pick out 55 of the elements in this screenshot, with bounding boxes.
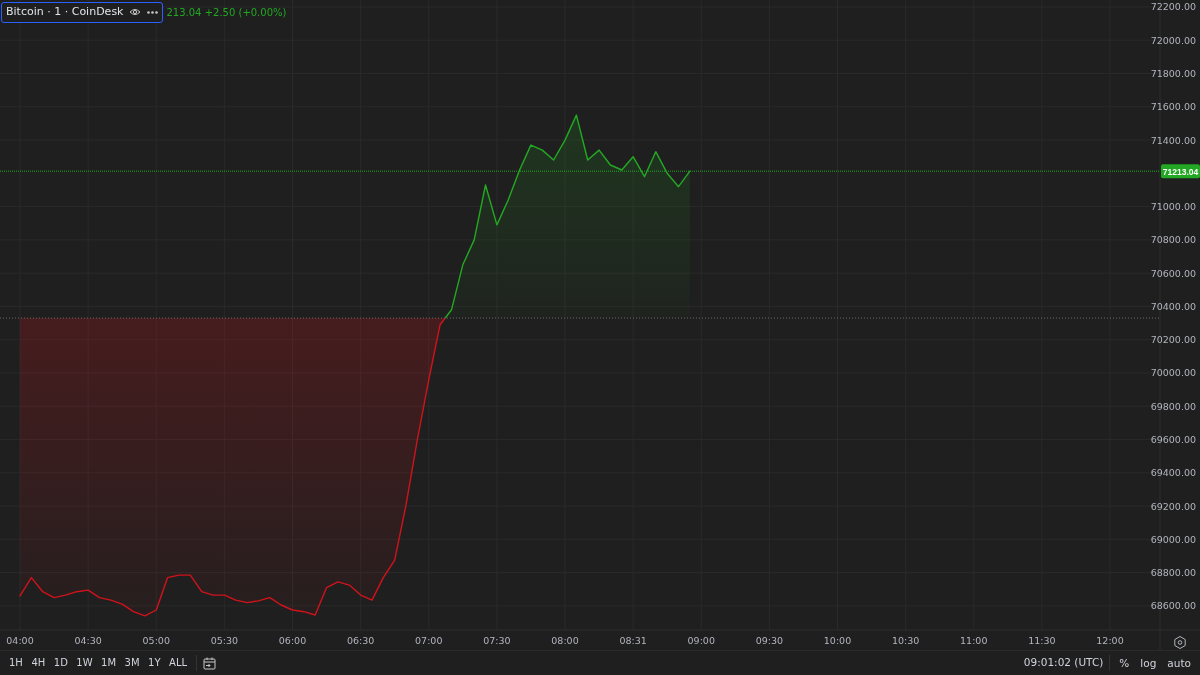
axis-label: 05:00	[142, 635, 170, 646]
range-button[interactable]: 1Y	[145, 658, 164, 668]
axis-label: 68800.00	[1150, 567, 1196, 579]
axis-label: 71600.00	[1150, 101, 1196, 113]
more-icon[interactable]	[147, 10, 159, 14]
scale-option[interactable]: auto	[1164, 657, 1194, 669]
axis-label: 71800.00	[1150, 68, 1196, 80]
axis-label: 07:00	[415, 635, 443, 646]
calendar-icon[interactable]	[203, 656, 217, 670]
axis-label: 07:30	[483, 635, 511, 646]
axis-label: 70000.00	[1150, 367, 1196, 379]
axis-label: 11:00	[960, 635, 988, 646]
axis-label: 04:30	[74, 635, 102, 646]
axis-label: 71000.00	[1150, 201, 1196, 213]
settings-icon[interactable]	[1174, 636, 1186, 649]
axis-label: 69000.00	[1150, 533, 1196, 545]
axis-label: 71400.00	[1150, 134, 1196, 146]
scale-option[interactable]: log	[1137, 657, 1160, 669]
symbol-title: Bitcoin · 1 · CoinDesk	[6, 4, 124, 20]
range-button[interactable]: 1H	[6, 658, 26, 668]
axis-label: 70400.00	[1150, 300, 1196, 312]
price-tag: 71213.04	[1161, 164, 1200, 179]
axis-label: 09:00	[687, 635, 715, 646]
axis-label: 10:00	[823, 635, 852, 646]
axis-label: 10:30	[891, 635, 920, 646]
axis-label: 11:30	[1028, 635, 1056, 646]
axis-label: 06:00	[278, 635, 307, 646]
axis-label: 05:30	[210, 635, 239, 646]
axis-label: 69800.00	[1150, 400, 1196, 412]
axis-label: 69200.00	[1150, 500, 1196, 512]
eye-icon[interactable]	[129, 8, 142, 17]
range-button[interactable]: 1W	[73, 658, 96, 668]
legend-box[interactable]: Bitcoin · 1 · CoinDesk	[1, 2, 164, 23]
axis-label: 04:00	[6, 635, 34, 646]
range-button[interactable]: 1M	[98, 658, 120, 668]
axis-label: 09:30	[755, 635, 784, 646]
axis-label: 69600.00	[1150, 434, 1196, 445]
axis-label: 08:31	[619, 635, 647, 646]
axis-label: 70600.00	[1150, 267, 1196, 279]
price-values: 213.04 +2.50 (+0.00%)	[166, 5, 287, 20]
axis-label: 08:00	[551, 635, 579, 646]
range-button[interactable]: 4H	[28, 658, 49, 668]
axis-label: 72000.00	[1150, 34, 1196, 46]
range-button[interactable]: ALL	[166, 658, 191, 668]
axis-label: 69400.00	[1150, 467, 1196, 479]
clock-time: 09:01:02 (UTC)	[1023, 655, 1104, 671]
axis-label: 12:00	[1096, 635, 1124, 646]
scale-option[interactable]: %	[1116, 657, 1133, 669]
range-button[interactable]: 1D	[50, 658, 71, 668]
axis-label: 06:30	[346, 635, 375, 646]
axis-label: 68600.00	[1150, 600, 1196, 612]
axis-label: 70800.00	[1150, 234, 1196, 246]
axis-label: 72200.00	[1150, 1, 1196, 13]
range-button[interactable]: 3M	[121, 658, 143, 668]
axis-label: 70200.00	[1150, 334, 1196, 346]
